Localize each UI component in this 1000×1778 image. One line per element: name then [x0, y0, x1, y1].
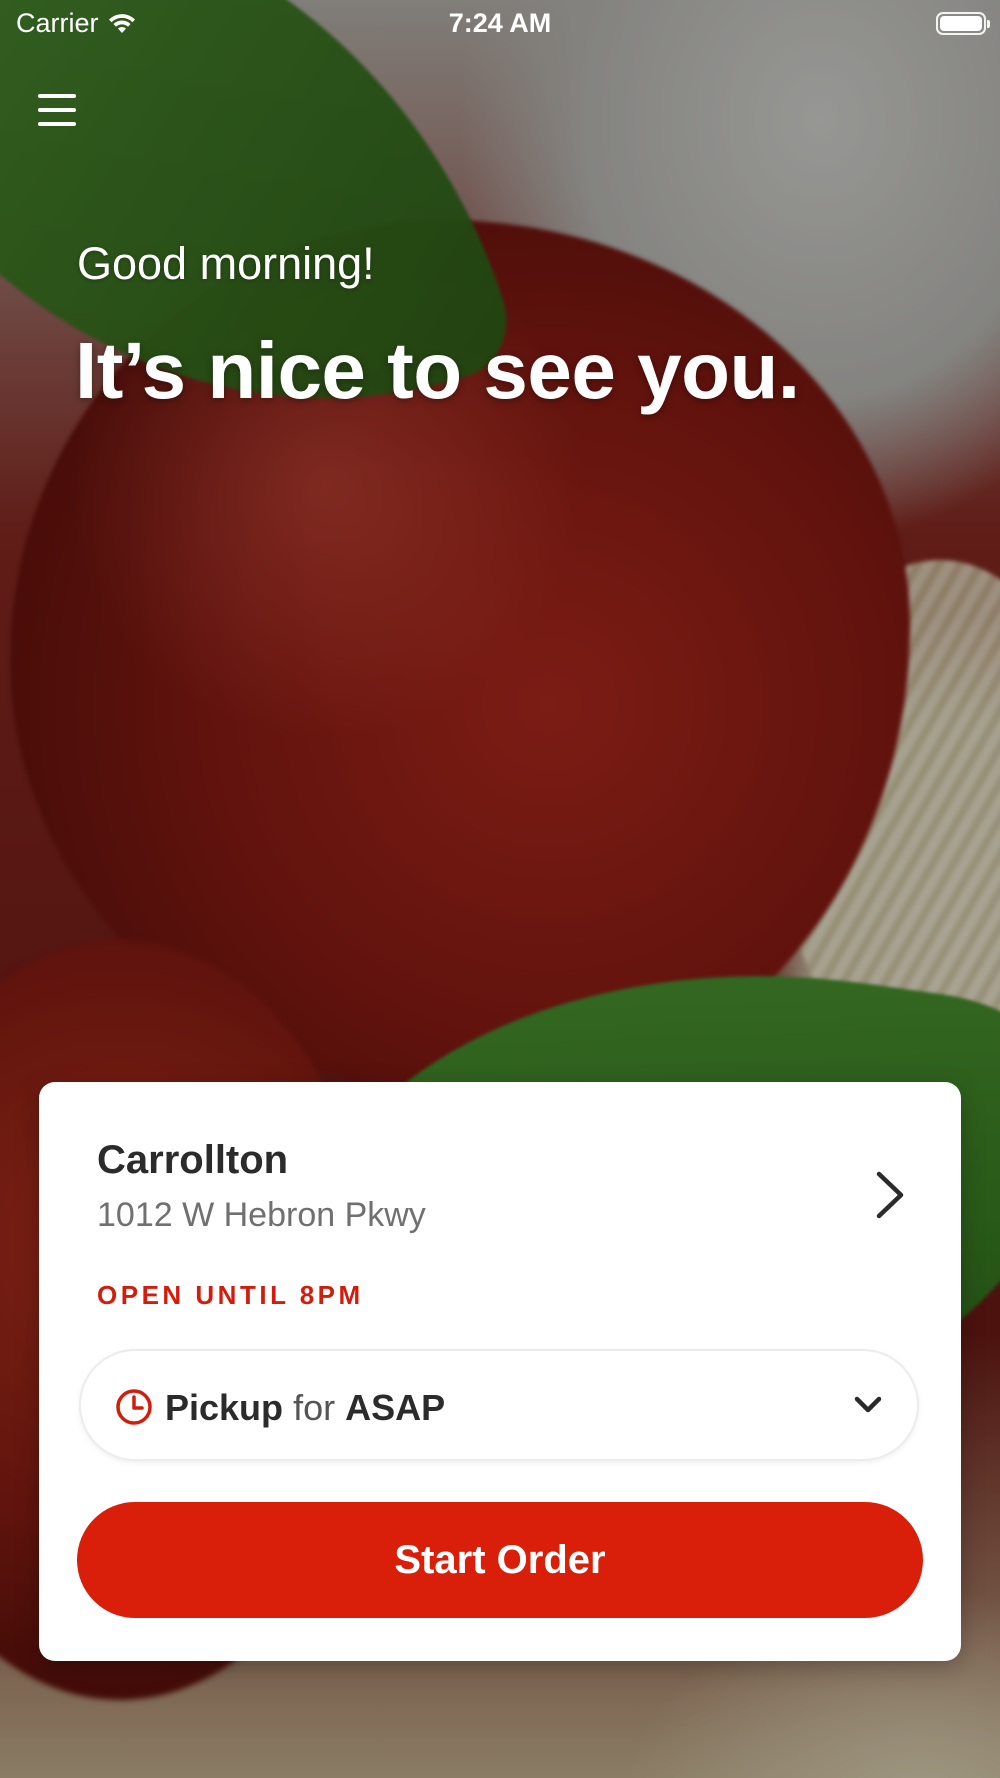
location-name: Carrollton: [97, 1138, 289, 1182]
start-order-button[interactable]: Start Order: [77, 1502, 923, 1618]
clock-icon: [116, 1389, 152, 1425]
greeting-subtitle: Good morning!: [77, 238, 375, 289]
order-time: ASAP: [345, 1387, 446, 1428]
order-type-summary: Pickup for ASAP: [165, 1387, 445, 1429]
order-connector: for: [293, 1387, 336, 1428]
battery-icon: [936, 12, 990, 35]
chevron-down-icon: [854, 1396, 882, 1413]
status-bar: Carrier 7:24 AM: [0, 0, 1000, 50]
location-selector[interactable]: Carrollton 1012 W Hebron Pkwy: [97, 1138, 921, 1248]
status-time: 7:24 AM: [448, 8, 552, 38]
chevron-right-icon: [876, 1171, 904, 1219]
location-card: Carrollton 1012 W Hebron Pkwy OPEN UNTIL…: [39, 1082, 961, 1661]
store-hours-status: OPEN UNTIL 8PM: [97, 1280, 364, 1310]
order-type-dropdown[interactable]: Pickup for ASAP: [79, 1349, 919, 1461]
hamburger-menu-icon[interactable]: [36, 92, 80, 132]
location-address: 1012 W Hebron Pkwy: [97, 1196, 426, 1234]
order-method: Pickup: [165, 1387, 284, 1428]
greeting-title: It’s nice to see you.: [75, 326, 800, 415]
